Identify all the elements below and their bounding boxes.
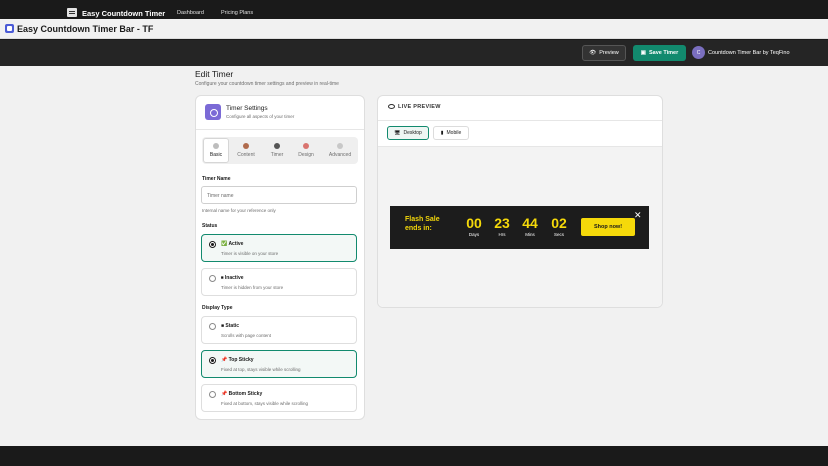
display-static-desc: Scrolls with page content [221,333,272,338]
bar-message-line2: ends in: [405,225,432,232]
eye-icon [388,104,395,109]
divider [196,129,364,130]
display-option-bottom-sticky[interactable]: 📌 Bottom Sticky Fixed at bottom, stays v… [201,384,357,412]
bar-message-line1: Flash Sale [405,216,440,223]
status-option-active[interactable]: ✅ Active Timer is visible on your store [201,234,357,262]
device-tab-mobile[interactable]: ▮ Mobile [433,126,469,140]
tab-timer[interactable]: Timer [264,138,290,163]
settings-subtitle: Configure all aspects of your timer [226,114,295,119]
tab-design-label: Design [298,152,314,158]
store-name[interactable]: Countdown Timer Bar by TeqFino [708,50,790,56]
preview-button-label: Preview [599,50,619,56]
seconds-value: 02 [551,215,567,231]
hours-label: Hrs [498,232,506,237]
window-titlebar: Easy Countdown Timer Bar - TF [0,19,828,39]
tab-basic[interactable]: Basic [203,138,229,163]
screen-bottom-edge [0,446,828,466]
monitor-icon: 🖥 [394,130,401,136]
seconds-label: Secs [553,232,564,237]
window-title: Easy Countdown Timer Bar - TF [17,23,154,34]
display-top-sticky-desc: Fixed at top, stays visible while scroll… [221,367,301,372]
days-label: Days [468,232,480,237]
stopwatch-icon [274,143,280,149]
desktop-label: Desktop [403,130,422,136]
tab-content[interactable]: Content [233,138,259,163]
brand-name[interactable]: Easy Countdown Timer [82,9,165,18]
timer-name-label: Timer Name [202,176,231,182]
display-option-top-sticky[interactable]: 📌 Top Sticky Fixed at top, stays visible… [201,350,357,378]
timer-name-help: Internal name for your reference only [202,208,276,213]
mobile-label: Mobile [446,130,462,136]
shop-now-button[interactable]: Shop now! [581,218,635,236]
status-option-inactive[interactable]: ⏹ Inactive Timer is hidden from your sto… [201,268,357,296]
radio-bottom-sticky[interactable] [209,391,216,398]
device-tab-desktop[interactable]: 🖥 Desktop [387,126,429,140]
display-bottom-sticky-label: 📌 Bottom Sticky [221,391,263,397]
page-subtitle: Configure your countdown timer settings … [195,81,339,87]
nav-link-pricing[interactable]: Pricing Plans [221,10,253,16]
bar-message: Flash Sale ends in: [405,215,455,233]
avatar[interactable]: C [692,46,705,59]
hours-value: 23 [494,215,510,231]
display-option-static[interactable]: ■ Static Scrolls with page content [201,316,357,344]
nav-link-dashboard[interactable]: Dashboard [177,10,204,16]
status-inactive-desc: Timer is hidden from your store [221,285,284,290]
status-inactive-label: ⏹ Inactive [221,275,244,281]
status-label: Status [202,223,218,229]
close-icon[interactable]: ✕ [634,211,642,220]
tab-timer-label: Timer [270,152,284,158]
display-top-sticky-label: 📌 Top Sticky [221,357,254,363]
timer-name-input[interactable]: Timer name [201,186,357,204]
eye-icon: 👁 [589,50,597,56]
status-active-desc: Timer is visible on your store [221,251,279,256]
minutes-label: Mins [525,232,535,237]
settings-icon [205,104,221,120]
radio-active[interactable] [209,241,216,248]
tab-design[interactable]: Design [293,138,319,163]
divider [378,120,662,121]
display-static-label: ■ Static [221,323,240,329]
tab-advanced-label: Advanced [328,152,352,158]
settings-title: Timer Settings [226,105,268,112]
tab-content-label: Content [237,152,255,158]
page-title: Edit Timer [195,69,234,79]
app-logo-icon [67,8,77,17]
tab-basic-label: Basic [209,152,223,158]
radio-inactive[interactable] [209,275,216,282]
preview-button[interactable]: 👁 Preview [582,45,626,61]
minutes-value: 44 [522,215,538,231]
app-icon [5,24,14,33]
phone-icon: ▮ [440,130,444,136]
save-icon: ▣ [640,50,646,56]
display-bottom-sticky-desc: Fixed at bottom, stays visible while scr… [221,401,309,406]
palette-icon [303,143,309,149]
content-icon [243,143,249,149]
basic-icon [213,143,219,149]
save-timer-button[interactable]: ▣ Save Timer [633,45,686,61]
radio-static[interactable] [209,323,216,330]
tab-advanced[interactable]: Advanced [327,138,353,163]
wrench-icon [337,143,343,149]
display-type-label: Display Type [202,305,233,311]
save-button-label: Save Timer [648,50,679,56]
radio-top-sticky[interactable] [209,357,216,364]
live-preview-title: LIVE PREVIEW [398,104,441,110]
status-active-label: ✅ Active [221,241,244,247]
days-value: 00 [466,215,482,231]
